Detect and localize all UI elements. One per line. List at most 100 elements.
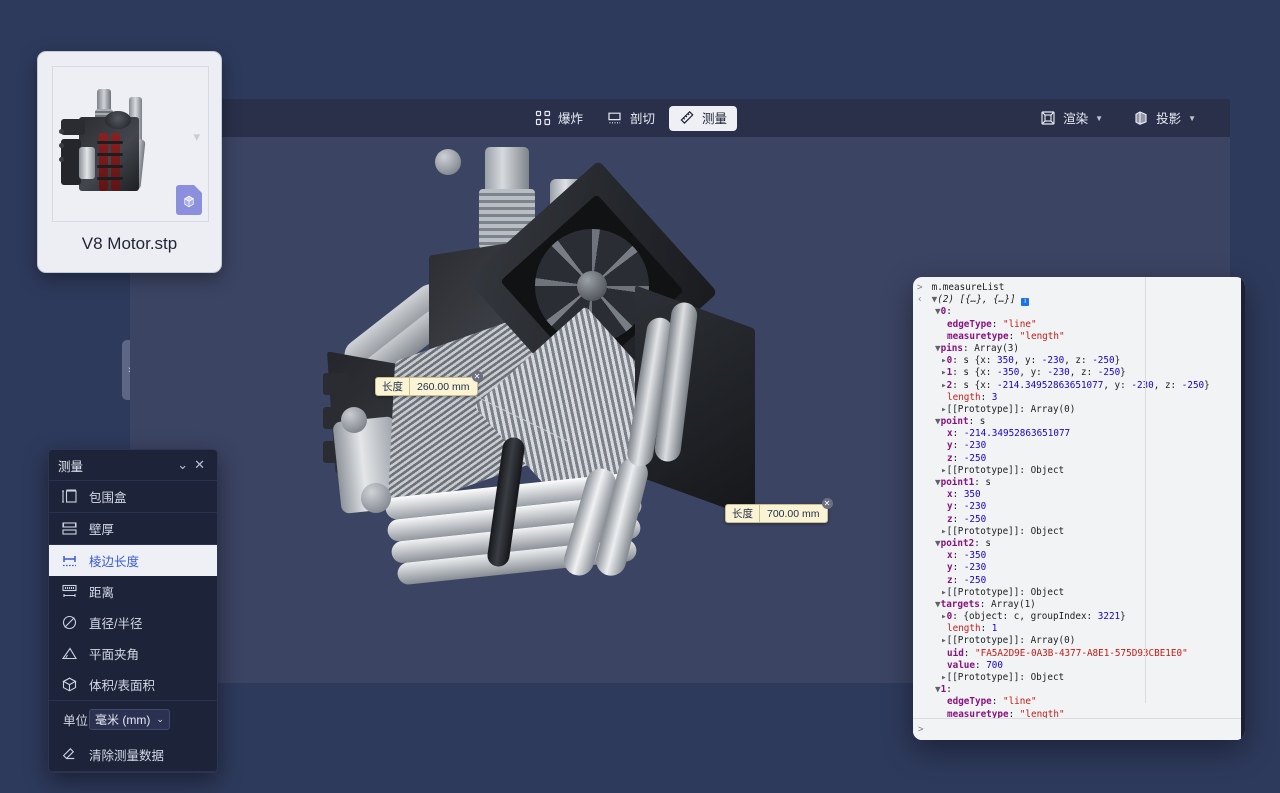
file-card[interactable]: ▾ V8 Motor.stp	[37, 51, 222, 273]
console-line[interactable]: ▸[[Prototype]]: Object	[913, 672, 1245, 684]
toolbar-label-section-cut: 剖切	[630, 111, 656, 126]
prompt-symbol: >	[918, 724, 924, 735]
console-line[interactable]: ▸1: s {x: -350, y: -230, z: -250}	[913, 367, 1245, 379]
toolbar-button-explode[interactable]: 爆炸	[525, 106, 593, 131]
console-line[interactable]: ▼pins: Array(3)	[913, 343, 1245, 355]
measure-tool-label: 包围盒	[89, 491, 127, 505]
console-line[interactable]: ▸2: s {x: -214.34952863651077, y: -230, …	[913, 380, 1245, 392]
console-line[interactable]: ▼point: s	[913, 416, 1245, 428]
console-line[interactable]: ▼point2: s	[913, 538, 1245, 550]
console-line[interactable]: uid: "FA5A2D9E-0A3B-4377-A8E1-575D93CBE1…	[913, 648, 1245, 660]
measure-tool-label: 平面夹角	[89, 648, 140, 662]
devtools-console-panel[interactable]: > m.measureList ‹ ▼(2) [{…}, {…}] i ▼0: edg…	[913, 277, 1245, 740]
explode-icon	[535, 110, 551, 126]
measure-label-key: 长度	[726, 505, 760, 522]
distance-icon	[61, 584, 77, 597]
clear-measure-data-label: 清除测量数据	[89, 748, 165, 763]
console-line[interactable]: ▸[[Prototype]]: Array(0)	[913, 404, 1245, 416]
viewport-toolbar: 爆炸 剖切 测量 渲染 ▼ 投影 ▼	[130, 99, 1230, 137]
chevron-down-icon: ⌄	[156, 713, 164, 724]
unit-label: 单位	[63, 713, 89, 728]
measure-tool-label: 距离	[89, 586, 115, 600]
close-icon[interactable]: ✕	[821, 498, 833, 509]
bounding-box-icon	[61, 489, 77, 503]
console-line[interactable]: > m.measureList	[913, 282, 1245, 294]
console-line[interactable]: ▸[[Prototype]]: Array(0)	[913, 635, 1245, 647]
console-line[interactable]: ▼0:	[913, 306, 1245, 318]
console-line[interactable]: z: -250	[913, 453, 1245, 465]
chevron-down-icon[interactable]: ▾	[193, 129, 200, 145]
plane-angle-icon	[61, 647, 77, 660]
section-cut-icon	[607, 110, 623, 126]
wall-thickness-icon	[61, 522, 77, 535]
console-line[interactable]: x: -350	[913, 550, 1245, 562]
console-line[interactable]: ▸0: s {x: 350, y: -230, z: -250}	[913, 355, 1245, 367]
measure-tool-distance[interactable]: 距离	[49, 576, 217, 607]
measure-label[interactable]: 长度 700.00 mm ✕	[725, 498, 833, 523]
console-line[interactable]: ▸0: {object: c, groupIndex: 3221}	[913, 611, 1245, 623]
console-line[interactable]: length: 1	[913, 623, 1245, 635]
measure-tool-wall-thickness[interactable]: 壁厚	[49, 513, 217, 544]
measure-panel-header: 测量 ⌄ ✕	[49, 450, 217, 480]
toolbar-button-section-cut[interactable]: 剖切	[597, 106, 665, 131]
chevron-down-icon: ▼	[1095, 114, 1104, 123]
console-line[interactable]: y: -230	[913, 501, 1245, 513]
console-line[interactable]: ▸[[Prototype]]: Object	[913, 587, 1245, 599]
measure-tool-plane-angle[interactable]: 平面夹角	[49, 638, 217, 669]
toolbar-left-group: 爆炸 剖切 测量	[525, 105, 738, 131]
console-line[interactable]: z: -250	[913, 575, 1245, 587]
measure-panel-title: 测量	[58, 459, 84, 474]
measure-tool-volume-area[interactable]: 体积/表面积	[49, 669, 217, 700]
engine-model-render[interactable]	[323, 147, 845, 667]
console-line[interactable]: edgeType: "line"	[913, 319, 1245, 331]
console-line[interactable]: ▼point1: s	[913, 477, 1245, 489]
measure-tool-label: 直径/半径	[89, 617, 143, 631]
measure-tool-label: 棱边长度	[89, 555, 140, 569]
volume-area-icon	[61, 677, 77, 692]
console-line[interactable]: y: -230	[913, 440, 1245, 452]
toolbar-button-measure[interactable]: 测量	[669, 105, 738, 131]
chevron-down-icon[interactable]: ⌄	[174, 457, 191, 473]
measure-label-value: 700.00 mm	[767, 507, 820, 520]
measure-tool-label: 壁厚	[89, 523, 115, 537]
unit-select[interactable]: 毫米 (mm) ⌄	[89, 708, 170, 730]
toolbar-button-render[interactable]: 渲染 ▼	[1030, 106, 1113, 131]
close-icon[interactable]: ✕	[471, 371, 483, 382]
edge-length-icon	[62, 556, 76, 567]
console-line[interactable]: measuretype: "length"	[913, 331, 1245, 343]
eraser-icon	[62, 747, 74, 759]
console-line[interactable]: edgeType: "line"	[913, 696, 1245, 708]
toolbar-label-render: 渲染	[1063, 111, 1089, 126]
measure-label-value: 260.00 mm	[417, 380, 470, 393]
console-line[interactable]: value: 700	[913, 660, 1245, 672]
toolbar-right-group: 渲染 ▼ 投影 ▼	[1030, 106, 1206, 131]
toolbar-button-projection[interactable]: 投影 ▼	[1123, 106, 1206, 131]
measure-label-key: 长度	[376, 378, 410, 395]
measure-tool-label: 体积/表面积	[89, 679, 155, 693]
console-line[interactable]: ▼1:	[913, 684, 1245, 696]
console-line[interactable]: y: -230	[913, 562, 1245, 574]
console-line[interactable]: z: -250	[913, 514, 1245, 526]
diameter-radius-icon	[62, 615, 76, 630]
console-line[interactable]: x: -214.34952863651077	[913, 428, 1245, 440]
console-line[interactable]: length: 3	[913, 392, 1245, 404]
render-cube-icon	[1040, 110, 1056, 126]
console-output[interactable]: > m.measureList ‹ ▼(2) [{…}, {…}] i ▼0: edg…	[913, 277, 1245, 740]
chevron-down-icon: ▼	[1188, 114, 1196, 123]
console-line[interactable]: x: 350	[913, 489, 1245, 501]
close-icon[interactable]: ✕	[191, 457, 208, 473]
clear-measure-data-button[interactable]: 清除测量数据	[49, 737, 217, 771]
measure-icon	[679, 110, 695, 126]
console-line[interactable]: ‹ ▼(2) [{…}, {…}] i	[913, 294, 1245, 307]
console-line[interactable]: ▼targets: Array(1)	[913, 599, 1245, 611]
measure-label[interactable]: 长度 260.00 mm ✕	[375, 371, 483, 396]
projection-icon	[1133, 110, 1149, 126]
console-prompt-row[interactable]: >	[913, 718, 1241, 740]
toolbar-label-explode: 爆炸	[558, 111, 584, 126]
toolbar-label-measure: 测量	[702, 111, 728, 126]
measure-tool-diameter-radius[interactable]: 直径/半径	[49, 607, 217, 638]
measure-tool-edge-length[interactable]: 棱边长度	[49, 545, 217, 576]
console-line[interactable]: ▸[[Prototype]]: Object	[913, 526, 1245, 538]
console-line[interactable]: ▸[[Prototype]]: Object	[913, 465, 1245, 477]
measure-tool-bounding-box[interactable]: 包围盒	[49, 481, 217, 512]
